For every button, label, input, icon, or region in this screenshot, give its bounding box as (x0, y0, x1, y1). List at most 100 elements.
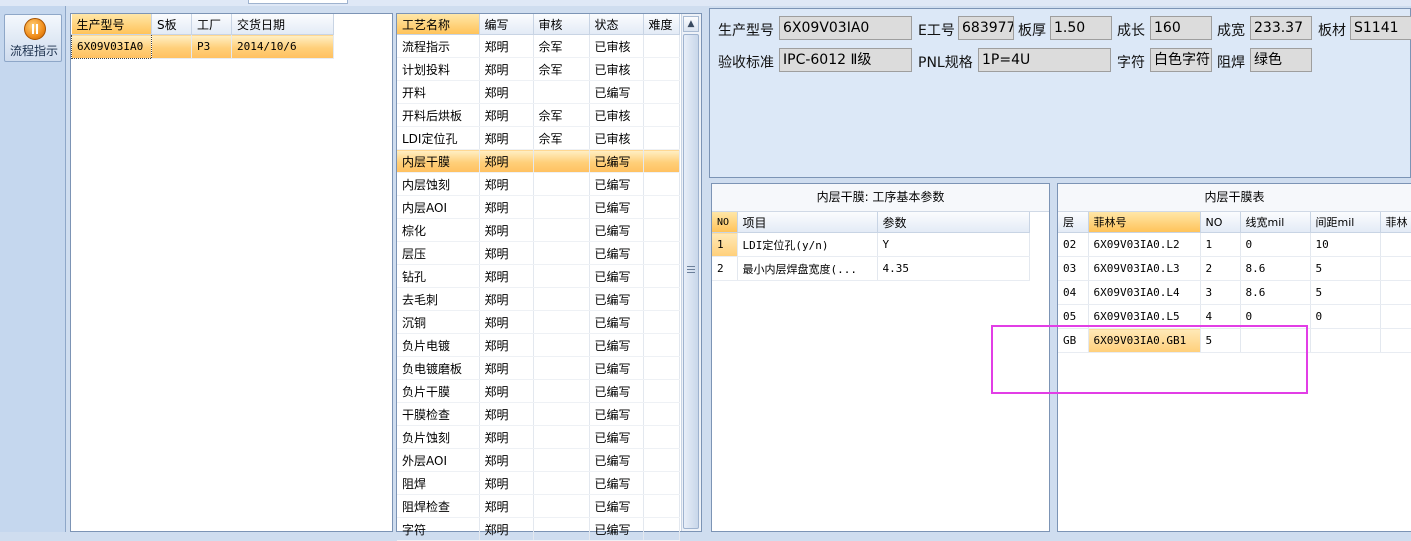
table-row[interactable]: 字符 郑明 已编写 (397, 517, 680, 541)
table-row[interactable]: 负片蚀刻 郑明 已编写 (397, 425, 680, 449)
material-field[interactable]: S1141 (1350, 16, 1411, 40)
cell-writer: 郑明 (479, 517, 534, 541)
e-number-field[interactable]: 683977 (958, 16, 1014, 40)
cell-process-name: 开料 (397, 80, 480, 104)
cell-difficulty (643, 333, 680, 357)
cell-layer: 04 (1058, 280, 1089, 305)
table-row[interactable]: 干膜检查 郑明 已编写 (397, 402, 680, 426)
table-row[interactable]: 去毛刺 郑明 已编写 (397, 287, 680, 311)
cell-status: 已审核 (589, 126, 644, 150)
cell-process-name: 内层AOI (397, 195, 480, 219)
cell-process-name: 去毛刺 (397, 287, 480, 311)
col-writer[interactable]: 编写 (479, 14, 534, 35)
col-model[interactable]: 生产型号 (71, 14, 152, 35)
table-row[interactable]: 内层AOI 郑明 已编写 (397, 195, 680, 219)
table-row[interactable]: 02 6X09V03IA0.L2 1 0 10 (1058, 232, 1411, 257)
cell-process-name: 流程指示 (397, 34, 480, 58)
cell-writer: 郑明 (479, 195, 534, 219)
pnl-field[interactable]: 1P=4U (978, 48, 1111, 72)
table-row[interactable]: 内层干膜 郑明 已编写 (397, 149, 680, 173)
cell-process-name: 负片蚀刻 (397, 425, 480, 449)
col-process-name[interactable]: 工艺名称 (397, 14, 480, 35)
col-status[interactable]: 状态 (589, 14, 644, 35)
col-value[interactable]: 参数 (877, 212, 1030, 233)
thickness-label: 板厚 (1018, 23, 1046, 39)
table-row[interactable]: 阻焊检查 郑明 已编写 (397, 494, 680, 518)
table-row[interactable]: 层压 郑明 已编写 (397, 241, 680, 265)
width-field[interactable]: 233.37 (1250, 16, 1312, 40)
cell-writer: 郑明 (479, 402, 534, 426)
col-reviewer[interactable]: 审核 (533, 14, 590, 35)
table-row[interactable]: 2 最小内层焊盘宽度(... 4.35 (712, 256, 1030, 281)
board-info-panel: 生产型号 6X09V03IA0 E工号 683977 板厚 1.50 成长 16… (709, 8, 1411, 178)
flow-instruction-label: 流程指示 (9, 44, 58, 58)
cell-process-name: LDI定位孔 (397, 126, 480, 150)
col-difficulty[interactable]: 难度 (643, 14, 680, 35)
table-row[interactable]: 阻焊 郑明 已编写 (397, 471, 680, 495)
pnl-label: PNL规格 (918, 55, 973, 71)
cell-reviewer (533, 402, 590, 426)
cell-process-name: 沉铜 (397, 310, 480, 334)
cell-film-no: 6X09V03IA0.L3 (1088, 256, 1201, 281)
table-row[interactable]: 03 6X09V03IA0.L3 2 8.6 5 (1058, 256, 1411, 281)
cell-status: 已编写 (589, 310, 644, 334)
cell-writer: 郑明 (479, 103, 534, 127)
cell-status: 已编写 (589, 149, 644, 173)
col-no[interactable]: NO (1200, 212, 1241, 233)
col-factory[interactable]: 工厂 (191, 14, 232, 35)
cell-process-name: 干膜检查 (397, 402, 480, 426)
table-row[interactable]: LDI定位孔 郑明 佘军 已审核 (397, 126, 680, 150)
cell-process-name: 字符 (397, 517, 480, 541)
cell-writer: 郑明 (479, 172, 534, 196)
length-label: 成长 (1117, 23, 1145, 39)
cell-status: 已审核 (589, 34, 644, 58)
scroll-up-icon[interactable]: ▲ (683, 16, 699, 32)
table-row[interactable]: 流程指示 郑明 佘军 已审核 (397, 34, 680, 58)
material-label: 板材 (1318, 23, 1346, 39)
col-no[interactable]: NO (712, 212, 738, 233)
table-row[interactable]: 1 LDI定位孔(y/n) Y (712, 232, 1030, 257)
col-line-width[interactable]: 线宽mil (1240, 212, 1311, 233)
table-row[interactable]: 外层AOI 郑明 已编写 (397, 448, 680, 472)
table-row[interactable]: 开料 郑明 已编写 (397, 80, 680, 104)
scroll-thumb[interactable] (683, 34, 699, 529)
mask-field[interactable]: 绿色 (1250, 48, 1312, 72)
table-row[interactable]: 负片干膜 郑明 已编写 (397, 379, 680, 403)
col-film-extra[interactable]: 菲林 (1380, 212, 1411, 233)
top-tab[interactable] (248, 0, 348, 4)
table-row[interactable]: 负片电镀 郑明 已编写 (397, 333, 680, 357)
model-field[interactable]: 6X09V03IA0 (779, 16, 912, 40)
table-row[interactable]: 负电镀磨板 郑明 已编写 (397, 356, 680, 380)
table-row[interactable]: 6X09V03IA0 P3 2014/10/6 (71, 34, 334, 59)
col-delivery-date[interactable]: 交货日期 (231, 14, 334, 35)
cell-status: 已编写 (589, 172, 644, 196)
model-label: 生产型号 (718, 23, 774, 39)
col-film-no[interactable]: 菲林号 (1088, 212, 1201, 233)
cell-status: 已编写 (589, 517, 644, 541)
length-field[interactable]: 160 (1150, 16, 1212, 40)
standard-field[interactable]: IPC-6012 Ⅱ级 (779, 48, 912, 72)
table-row[interactable]: 沉铜 郑明 已编写 (397, 310, 680, 334)
thickness-field[interactable]: 1.50 (1050, 16, 1112, 40)
table-row[interactable]: 开料后烘板 郑明 佘军 已审核 (397, 103, 680, 127)
table-row[interactable]: 棕化 郑明 已编写 (397, 218, 680, 242)
cell-date: 2014/10/6 (231, 34, 334, 59)
cell-spacing: 5 (1310, 256, 1381, 281)
cell-writer: 郑明 (479, 448, 534, 472)
col-item[interactable]: 项目 (737, 212, 878, 233)
cell-reviewer (533, 241, 590, 265)
flow-instruction-button[interactable]: 流程指示 (4, 14, 62, 62)
cell-status: 已编写 (589, 425, 644, 449)
col-s-board[interactable]: S板 (151, 14, 192, 35)
table-row[interactable]: 04 6X09V03IA0.L4 3 8.6 5 (1058, 280, 1411, 305)
table-row[interactable]: 内层蚀刻 郑明 已编写 (397, 172, 680, 196)
table-row[interactable]: 计划投料 郑明 佘军 已审核 (397, 57, 680, 81)
table-row[interactable]: 钻孔 郑明 已编写 (397, 264, 680, 288)
col-spacing[interactable]: 间距mil (1310, 212, 1381, 233)
cell-status: 已编写 (589, 218, 644, 242)
cell-process-name: 层压 (397, 241, 480, 265)
char-field[interactable]: 白色字符 (1150, 48, 1212, 72)
cell-writer: 郑明 (479, 57, 534, 81)
cell-no: 3 (1200, 280, 1241, 305)
col-layer[interactable]: 层 (1058, 212, 1089, 233)
